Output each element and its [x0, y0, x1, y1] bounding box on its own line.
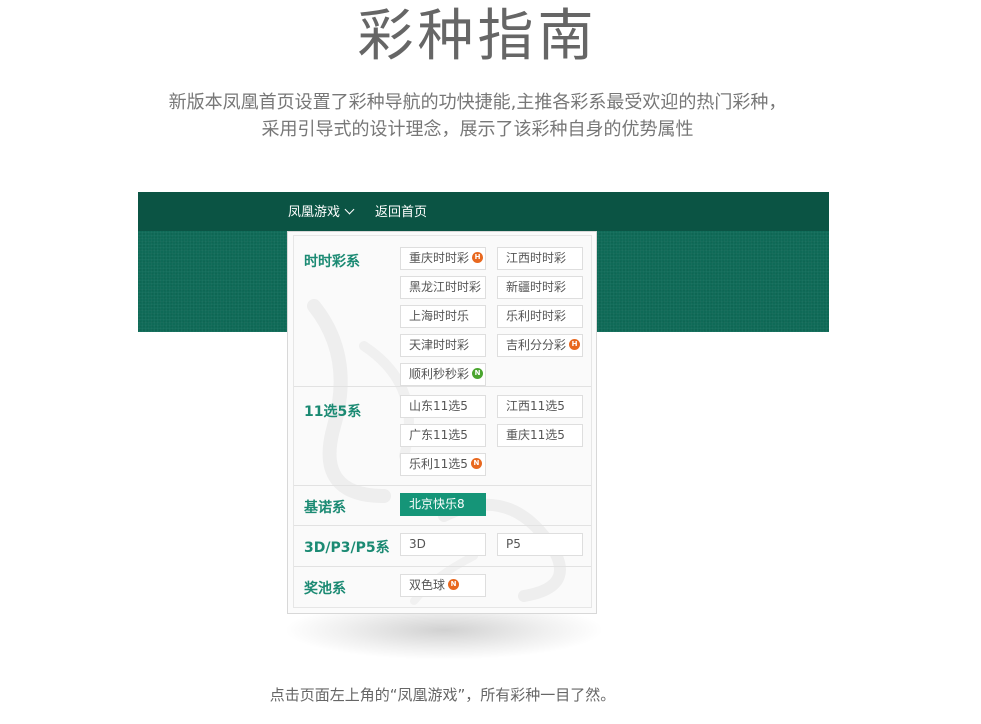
lottery-item-label: 重庆11选5	[506, 428, 565, 442]
lottery-item-button[interactable]: 双色球 N	[400, 574, 486, 597]
lottery-item-label: 新疆时时彩	[506, 280, 567, 294]
description-line: 新版本凤凰首页设置了彩种导航的功快捷能,主推各彩系最受欢迎的热门彩种，	[168, 92, 787, 113]
page-title: 彩种指南	[357, 4, 598, 69]
lottery-item-label: 天津时时彩	[409, 338, 470, 352]
lottery-item-label: 山东11选5	[409, 399, 468, 413]
menu-section: 基诺系 北京快乐8	[294, 486, 591, 525]
lottery-item-button[interactable]: 天津时时彩	[400, 334, 486, 357]
lottery-item-button[interactable]: 重庆11选5	[497, 424, 583, 447]
lottery-item-label: 3D	[409, 537, 426, 551]
lottery-item-button[interactable]: 黑龙江时时彩	[400, 276, 486, 299]
lottery-item-button[interactable]: 顺利秒秒彩 N	[400, 363, 486, 386]
lottery-dropdown-menu: 时时彩系 重庆时时彩 H 江西时时彩 黑龙江时时彩 新疆时时彩 上海时时乐 乐利时时彩 天津时时…	[287, 231, 597, 614]
chevron-down-icon	[344, 204, 355, 215]
hot-badge-icon: H	[569, 339, 581, 350]
footer-hint: 点击页面左上角的“凤凰游戏”，所有彩种一目了然。	[269, 686, 616, 704]
lottery-item-button[interactable]: 江西11选5	[497, 395, 583, 418]
lottery-item-label: 江西11选5	[506, 399, 565, 413]
top-nav-bar: 凤凰游戏 返回首页	[138, 192, 829, 231]
new-badge-icon: N	[472, 368, 484, 379]
lottery-item-label: 上海时时乐	[409, 309, 470, 323]
lottery-item-button[interactable]: 乐利时时彩	[497, 305, 583, 328]
hot-badge-icon: N	[448, 579, 460, 590]
lottery-item-label: 吉利分分彩	[506, 338, 567, 352]
lottery-item-label: 乐利11选5	[409, 457, 468, 471]
lottery-item-button[interactable]: 重庆时时彩 H	[400, 247, 486, 270]
page-description: 新版本凤凰首页设置了彩种导航的功快捷能,主推各彩系最受欢迎的热门彩种， 采用引导…	[0, 89, 955, 143]
lottery-item-button[interactable]: 吉利分分彩 H	[497, 334, 583, 357]
lottery-item-button[interactable]: 3D	[400, 533, 486, 556]
menu-section: 11选5系 山东11选5 江西11选5 广东11选5 重庆11选5 乐利11选5 N	[294, 387, 591, 485]
lottery-item-label: P5	[506, 537, 521, 551]
lottery-item-label: 乐利时时彩	[506, 309, 567, 323]
lottery-item-label: 黑龙江时时彩	[409, 280, 482, 294]
lottery-item-label: 江西时时彩	[506, 251, 567, 265]
lottery-item-button[interactable]: 江西时时彩	[497, 247, 583, 270]
menu-section: 3D/P3/P5系 3D P5	[294, 526, 591, 566]
nav-phoenix-games-label: 凤凰游戏	[288, 205, 341, 220]
menu-section: 奖池系 双色球 N	[294, 567, 591, 611]
lottery-item-button[interactable]: 广东11选5	[400, 424, 486, 447]
hot-badge-icon: N	[470, 458, 482, 469]
lottery-item-label: 顺利秒秒彩	[409, 367, 470, 381]
menu-section-label: 时时彩系	[304, 254, 360, 270]
lottery-item-label: 广东11选5	[409, 428, 468, 442]
menu-section-label: 11选5系	[304, 404, 362, 420]
lottery-item-label: 重庆时时彩	[409, 251, 470, 265]
lottery-item-label: 北京快乐8	[409, 497, 465, 511]
nav-back-home[interactable]: 返回首页	[375, 192, 427, 231]
lottery-item-button[interactable]: 山东11选5	[400, 395, 486, 418]
lottery-item-button[interactable]: 新疆时时彩	[497, 276, 583, 299]
menu-section-label: 奖池系	[304, 581, 346, 597]
lottery-item-button[interactable]: 北京快乐8	[400, 493, 486, 516]
lottery-item-button[interactable]: 乐利11选5 N	[400, 453, 486, 476]
lottery-item-button[interactable]: P5	[497, 533, 583, 556]
menu-section: 时时彩系 重庆时时彩 H 江西时时彩 黑龙江时时彩 新疆时时彩 上海时时乐 乐利时时彩 天津时时…	[294, 236, 591, 386]
menu-section-label: 3D/P3/P5系	[304, 540, 390, 556]
lottery-item-button[interactable]: 上海时时乐	[400, 305, 486, 328]
lottery-item-label: 双色球	[409, 578, 446, 592]
hot-badge-icon: H	[472, 252, 484, 263]
description-line: 采用引导式的设计理念，展示了该彩种自身的优势属性	[261, 119, 694, 140]
nav-phoenix-games[interactable]: 凤凰游戏	[288, 192, 355, 231]
menu-section-label: 基诺系	[304, 500, 346, 516]
dropdown-panel: 时时彩系 重庆时时彩 H 江西时时彩 黑龙江时时彩 新疆时时彩 上海时时乐 乐利时时彩 天津时时…	[293, 235, 592, 608]
